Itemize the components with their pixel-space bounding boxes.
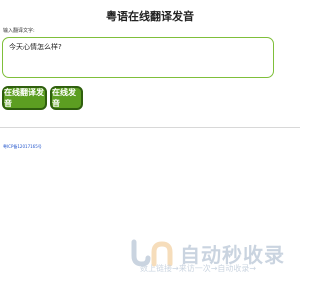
page-title: 粤语在线翻译发音 [106, 10, 194, 23]
icp-footer-link[interactable]: 粤ICP备12017165号 [3, 144, 42, 150]
input-label: 输入翻译文字: [3, 28, 35, 34]
translate-text-input[interactable]: 今天心情怎么样? [2, 37, 274, 78]
watermark: 自动秒收录 数上链接→来访一次→自动收录→ [130, 238, 290, 278]
translate-speak-button[interactable]: 在线翻译发音 [2, 86, 47, 110]
watermark-subtitle: 数上链接→来访一次→自动收录→ [140, 264, 257, 273]
divider [0, 127, 300, 128]
speak-button[interactable]: 在线发音 [50, 86, 83, 110]
